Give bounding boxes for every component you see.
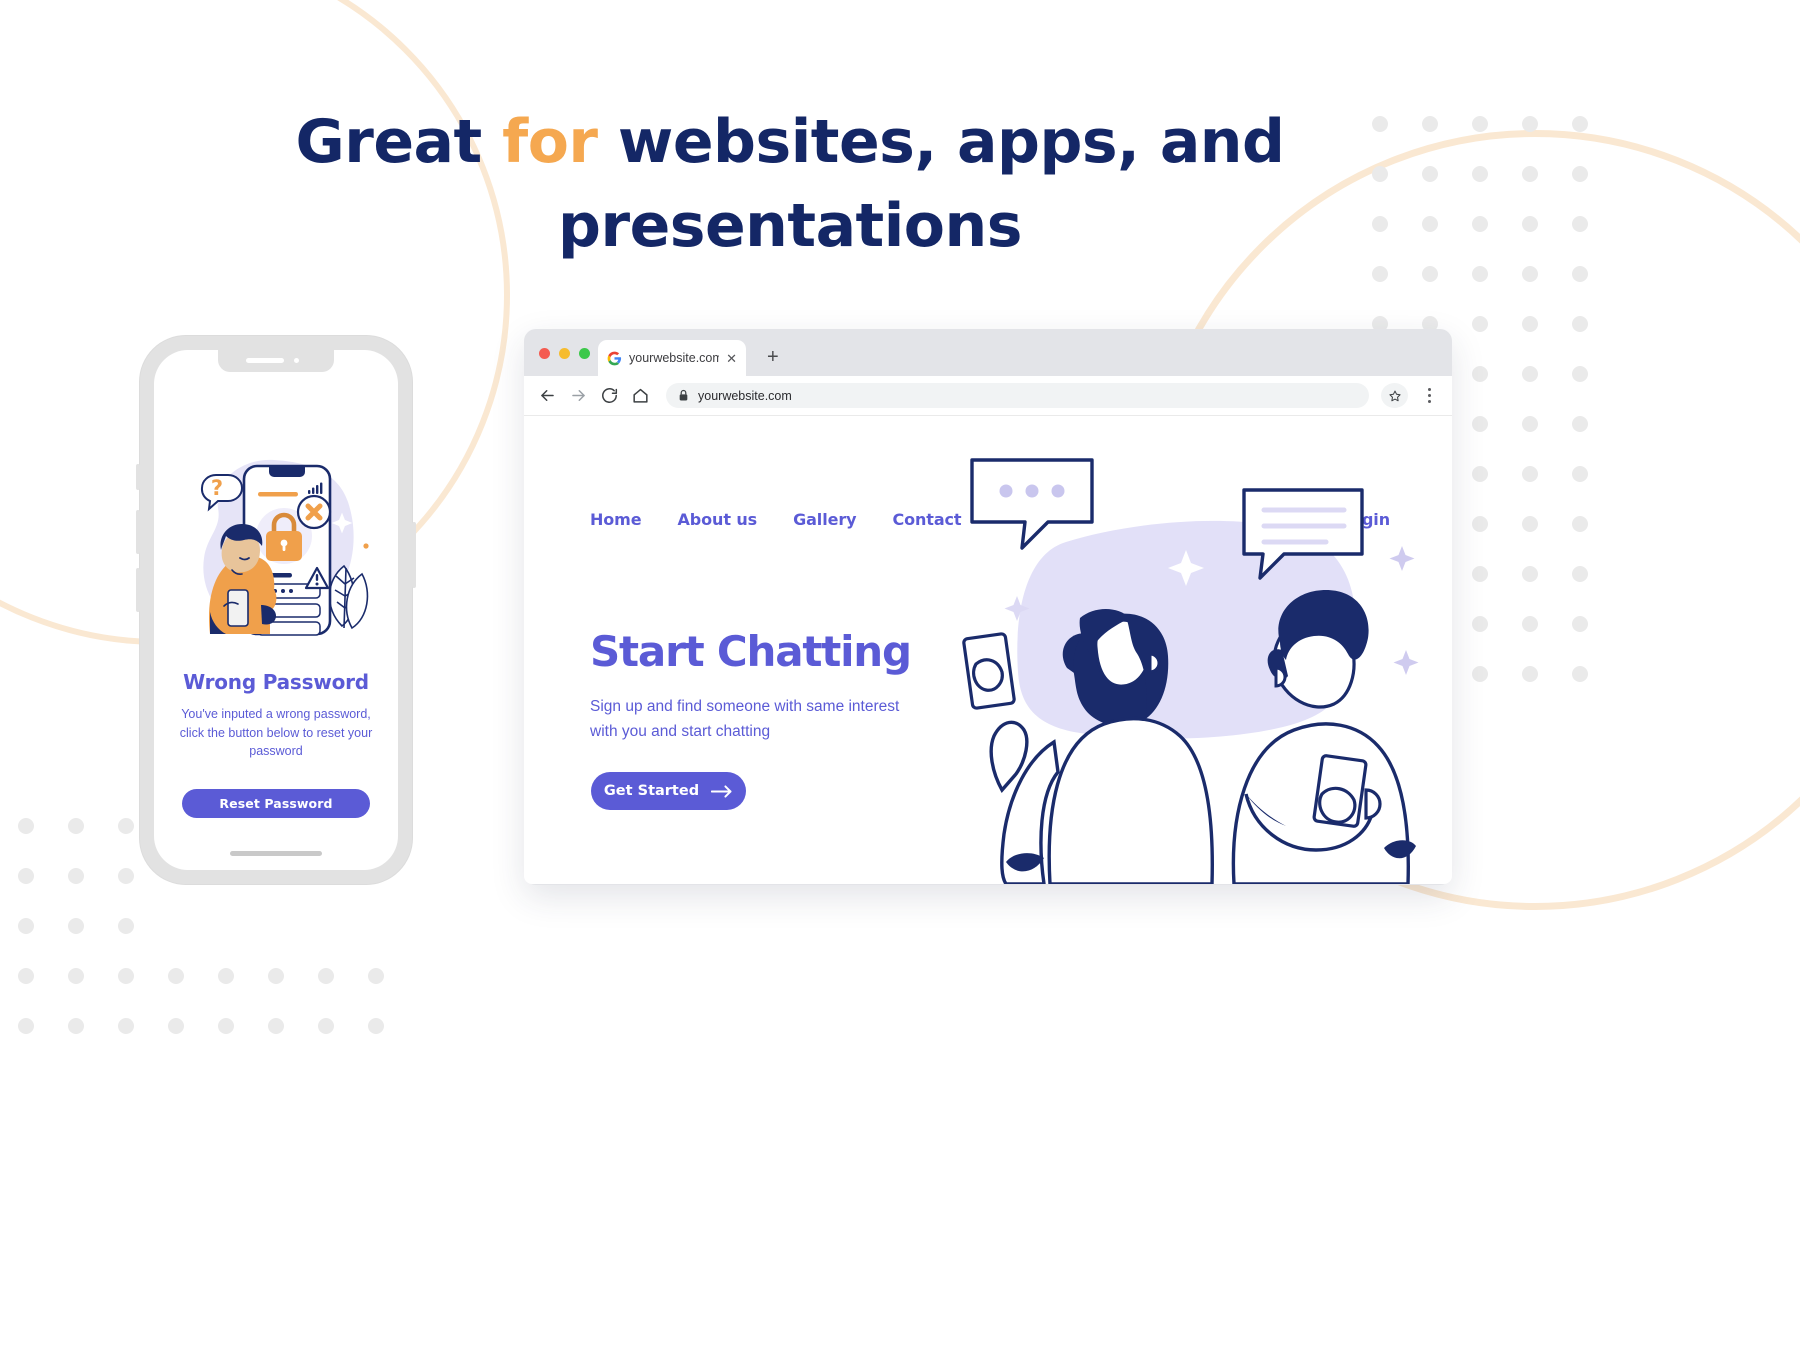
close-window-button[interactable] [539, 348, 550, 359]
phone-power-button [412, 522, 416, 588]
phone-mockup: ? Wrong Password You've inputed a wrong … [136, 336, 416, 884]
bookmark-button[interactable] [1381, 383, 1408, 408]
phone-notch [218, 350, 334, 372]
phone-alert-title: Wrong Password [183, 670, 369, 694]
phone-mute-switch [136, 464, 140, 490]
reset-password-button[interactable]: Reset Password [182, 789, 370, 818]
page-title: Great for websites, apps, and presentati… [0, 100, 1580, 268]
nav-item-contact[interactable]: Contact [892, 510, 961, 529]
reload-icon[interactable] [600, 386, 619, 405]
website-viewport: Home About us Gallery Contact Login Star… [524, 416, 1452, 884]
headline-part-2: websites, apps, and [597, 107, 1285, 177]
phone-alert-body: You've inputed a wrong password, click t… [179, 707, 373, 758]
phone-home-indicator [230, 851, 322, 856]
browser-toolbar: yourwebsite.com [524, 376, 1452, 416]
browser-menu-button[interactable] [1420, 388, 1438, 403]
home-icon[interactable] [631, 386, 650, 405]
google-g-icon [607, 351, 622, 365]
phone-screen: ? Wrong Password You've inputed a wrong … [154, 350, 398, 870]
new-tab-button[interactable]: + [767, 347, 779, 367]
phone-volume-up-button [136, 510, 140, 554]
lock-icon [679, 389, 688, 401]
hero-title: Start Chatting [590, 627, 912, 676]
close-tab-button[interactable]: ✕ [726, 352, 737, 365]
hero-subtitle: Sign up and find someone with same inter… [590, 698, 900, 740]
svg-text:?: ? [211, 476, 223, 500]
get-started-button[interactable]: Get Started [591, 772, 746, 810]
nav-item-about-us[interactable]: About us [678, 510, 758, 529]
star-icon [1388, 390, 1401, 401]
window-traffic-lights[interactable] [539, 348, 590, 359]
wrong-password-illustration: ? [200, 459, 369, 636]
two-people-chatting-illustration [962, 458, 1419, 884]
get-started-label: Get Started [603, 783, 700, 799]
phone-volume-down-button [136, 568, 140, 612]
forward-arrow-icon[interactable] [569, 386, 588, 405]
maximize-window-button[interactable] [579, 348, 590, 359]
back-arrow-icon[interactable] [538, 386, 557, 405]
headline-part-1: Great [295, 107, 503, 177]
minimize-window-button[interactable] [559, 348, 570, 359]
headline-accent-word: for [502, 107, 598, 177]
browser-tab-strip: yourwebsite.com ✕ + [524, 329, 1452, 376]
browser-tab[interactable]: yourwebsite.com ✕ [598, 340, 746, 376]
slide-canvas: Great for websites, apps, and presentati… [0, 0, 1800, 1360]
arrow-right-icon [711, 784, 732, 798]
nav-item-gallery[interactable]: Gallery [793, 510, 856, 529]
url-text: yourwebsite.com [698, 388, 792, 403]
headline-line-2: presentations [558, 191, 1022, 261]
url-input[interactable]: yourwebsite.com [666, 383, 1369, 408]
phone-earpiece [246, 358, 284, 363]
browser-window-mockup: yourwebsite.com ✕ + yourwebsite.com Home… [524, 329, 1452, 885]
nav-item-home[interactable]: Home [590, 510, 642, 529]
tab-title: yourwebsite.com [629, 351, 720, 365]
site-navigation: Home About us Gallery Contact [590, 510, 962, 529]
phone-front-camera-icon [294, 358, 299, 363]
